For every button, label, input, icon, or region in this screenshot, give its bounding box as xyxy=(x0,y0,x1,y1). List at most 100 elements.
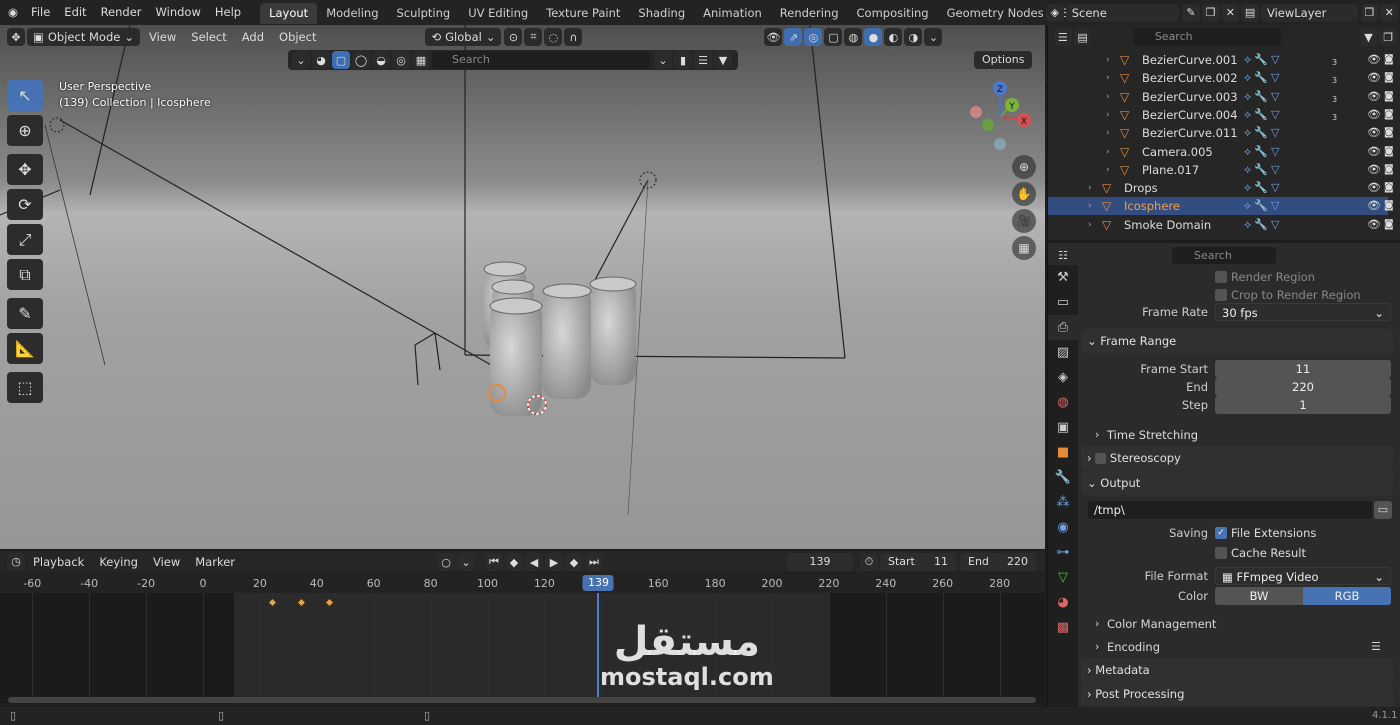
outliner-row[interactable]: › ▽ BezierCurve.001 ⟡🔧▽ 3 👁 ◙ xyxy=(1048,51,1394,69)
tab-layout[interactable]: Layout xyxy=(260,3,318,24)
play-icon[interactable]: ▶ xyxy=(545,553,563,571)
chevron-right-icon[interactable]: › xyxy=(1088,197,1092,215)
measure-tool-icon[interactable]: 📐 xyxy=(7,333,43,364)
render-camera-icon[interactable]: ◙ xyxy=(1384,88,1394,106)
chevron-right-icon[interactable]: › xyxy=(1106,161,1110,179)
solid-shading-icon[interactable]: ● xyxy=(864,28,883,46)
menu-help[interactable]: Help xyxy=(208,0,248,25)
frame-step-field[interactable]: 1 xyxy=(1215,396,1391,414)
frame-ruler[interactable]: -60-40-200204060801001201401601802002202… xyxy=(0,573,1045,593)
record-icon[interactable]: ○ xyxy=(437,553,455,571)
menu-add[interactable]: Add xyxy=(236,28,270,46)
new-view-layer-icon[interactable]: ❐ xyxy=(1360,3,1379,22)
outliner-editor-icon[interactable]: ☰ xyxy=(1054,28,1072,46)
list-view-icon[interactable]: ☰ xyxy=(694,51,712,69)
menu-render[interactable]: Render xyxy=(94,0,149,25)
pivot-icon[interactable]: ⊙ xyxy=(504,28,523,46)
outliner-row[interactable]: › ▽ Plane.017 ⟡🔧▽ 👁 ◙ xyxy=(1048,161,1394,179)
chevron-down-icon[interactable]: ⌄ xyxy=(457,553,475,571)
properties-editor-icon[interactable]: ☷ xyxy=(1054,246,1072,264)
jump-end-icon[interactable]: ⏭ xyxy=(585,553,603,571)
object-tab-icon[interactable]: ■ xyxy=(1048,440,1078,465)
shading-options-icon[interactable]: ⌄ xyxy=(924,28,943,46)
tool-tab-icon[interactable]: ⚒ xyxy=(1048,265,1078,290)
annotate-tool-icon[interactable]: ✎ xyxy=(7,298,43,329)
snap-icon[interactable]: ⌗ xyxy=(524,28,543,46)
outliner-row[interactable]: › ▽ BezierCurve.003 ⟡🔧▽ 3 👁 ◙ xyxy=(1048,88,1394,106)
properties-search-input[interactable]: Search xyxy=(1172,246,1276,264)
visibility-eye-icon[interactable]: 👁 xyxy=(1367,124,1381,142)
proportional-edit-icon[interactable]: ◌ xyxy=(544,28,563,46)
gizmo-toggle-icon[interactable]: ⇗ xyxy=(784,28,803,46)
menu-view[interactable]: View xyxy=(143,28,182,46)
wireframe-shading-icon[interactable]: ◍ xyxy=(844,28,863,46)
outliner-row[interactable]: › ▽ BezierCurve.002 ⟡🔧▽ 3 👁 ◙ xyxy=(1048,69,1394,87)
menu-edit[interactable]: Edit xyxy=(57,0,93,25)
render-camera-icon[interactable]: ◙ xyxy=(1384,106,1394,124)
scale-tool-icon[interactable]: ⤢ xyxy=(7,224,43,255)
jump-start-icon[interactable]: ⏮ xyxy=(485,553,503,571)
rotate-tool-icon[interactable]: ⟳ xyxy=(7,189,43,220)
camera-view-icon[interactable]: 🎥 xyxy=(1012,209,1036,233)
next-keyframe-icon[interactable]: ◆ xyxy=(565,553,583,571)
visibility-icon[interactable]: 👁 xyxy=(764,28,783,46)
texture-icon[interactable]: ◎ xyxy=(392,51,410,69)
chevron-right-icon[interactable]: › xyxy=(1106,143,1110,161)
scene-tab-icon[interactable]: ◈ xyxy=(1048,365,1078,390)
menu-window[interactable]: Window xyxy=(149,0,208,25)
frame-end-field[interactable]: 220 xyxy=(1215,378,1391,396)
visibility-eye-icon[interactable]: 👁 xyxy=(1367,88,1381,106)
visibility-eye-icon[interactable]: 👁 xyxy=(1367,51,1381,69)
world-tab-icon[interactable]: ◍ xyxy=(1048,390,1078,415)
render-camera-icon[interactable]: ◙ xyxy=(1384,69,1394,87)
menu-playback[interactable]: Playback xyxy=(27,553,90,571)
xray-icon[interactable]: ▢ xyxy=(824,28,843,46)
tab-animation[interactable]: Animation xyxy=(694,3,771,24)
output-path-input[interactable]: /tmp\ xyxy=(1088,501,1372,519)
chevron-right-icon[interactable]: › xyxy=(1088,216,1092,234)
outliner-search-input[interactable]: Search xyxy=(1132,28,1281,46)
filter-icon[interactable]: ▼ xyxy=(1359,28,1378,46)
display-mode-icon[interactable]: ▤ xyxy=(1073,28,1092,46)
chevron-down-icon[interactable]: ⌄ xyxy=(654,51,672,69)
color-management-row[interactable]: › Color Management xyxy=(1095,615,1400,633)
data-tab-icon[interactable]: ▽ xyxy=(1048,565,1078,590)
render-camera-icon[interactable]: ◙ xyxy=(1384,143,1394,161)
visibility-eye-icon[interactable]: 👁 xyxy=(1367,143,1381,161)
move-tool-icon[interactable]: ✥ xyxy=(7,154,43,185)
editor-type-icon[interactable]: ✥ xyxy=(7,28,25,46)
select-tool-icon[interactable]: ↖ xyxy=(7,80,43,111)
play-reverse-icon[interactable]: ◀ xyxy=(525,553,543,571)
file-extensions-checkbox[interactable]: ✓ xyxy=(1215,527,1227,539)
visibility-eye-icon[interactable]: 👁 xyxy=(1367,69,1381,87)
chevron-down-icon[interactable]: ⌄ xyxy=(292,51,310,69)
collection-tab-icon[interactable]: ▣ xyxy=(1048,415,1078,440)
timeline-editor-icon[interactable]: ◷ xyxy=(7,552,25,571)
tab-compositing[interactable]: Compositing xyxy=(848,3,938,24)
presets-list-icon[interactable]: ☰ xyxy=(1371,638,1381,656)
output-panel-header[interactable]: ⌄ Output xyxy=(1081,471,1393,495)
stopwatch-icon[interactable]: ⏱ xyxy=(860,553,878,571)
physics-tab-icon[interactable]: ◉ xyxy=(1048,515,1078,540)
current-frame-field[interactable]: 139 xyxy=(787,553,853,571)
sphere-icon[interactable]: ◯ xyxy=(352,51,370,69)
navigation-gizmo[interactable]: X Y Z xyxy=(960,77,1040,157)
frame-start-field[interactable]: 11 xyxy=(1215,360,1391,378)
cache-result-checkbox[interactable] xyxy=(1215,547,1227,559)
color-bw-button[interactable]: BW xyxy=(1215,587,1303,605)
mode-dropdown[interactable]: ▣ Object Mode ⌄ xyxy=(27,28,140,46)
render-camera-icon[interactable]: ◙ xyxy=(1384,51,1394,69)
material-shading-icon[interactable]: ◐ xyxy=(884,28,903,46)
chevron-right-icon[interactable]: › xyxy=(1106,106,1110,124)
falloff-icon[interactable]: ∩ xyxy=(564,28,583,46)
outliner-row[interactable]: › ▽ Camera.005 ⟡🔧▽ 👁 ◙ xyxy=(1048,143,1394,161)
chevron-right-icon[interactable]: › xyxy=(1106,69,1110,87)
visibility-eye-icon[interactable]: 👁 xyxy=(1367,216,1381,234)
visibility-eye-icon[interactable]: 👁 xyxy=(1367,197,1381,215)
frame-range-panel-header[interactable]: ⌄ Frame Range xyxy=(1081,329,1393,353)
render-tab-icon[interactable]: ▭ xyxy=(1048,290,1078,315)
scene-name-field[interactable]: Scene xyxy=(1065,3,1180,22)
pin-icon[interactable]: ✎ xyxy=(1182,3,1200,22)
viewport-search-input[interactable]: Search xyxy=(432,51,650,69)
filter-icon[interactable]: ▼ xyxy=(714,51,732,69)
